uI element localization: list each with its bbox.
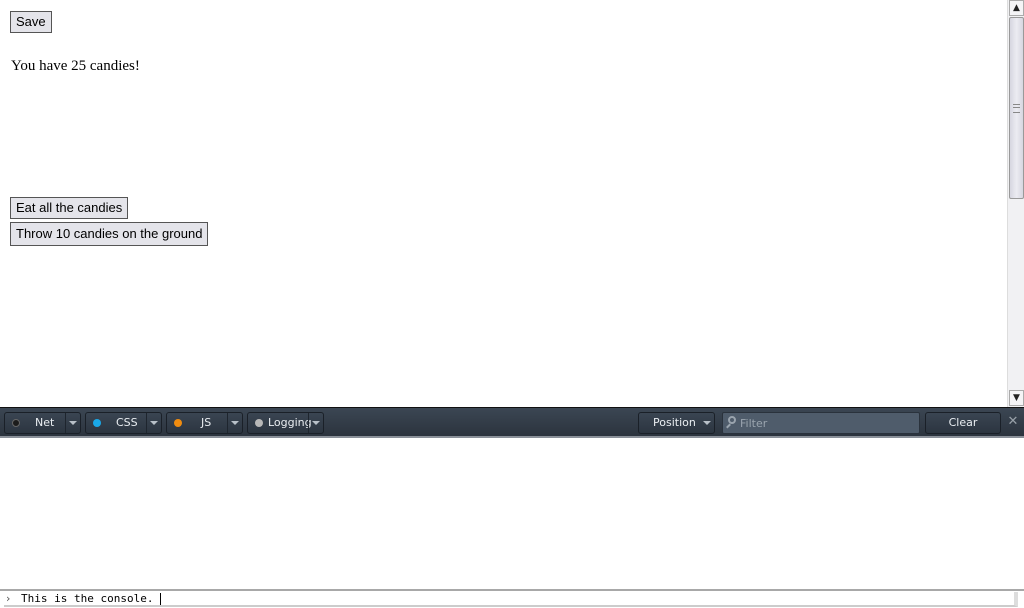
console-input-bar[interactable]: › This is the console. [0, 589, 1024, 608]
console-input[interactable]: This is the console. [21, 592, 162, 605]
clear-button[interactable]: Clear [925, 412, 1001, 434]
text-caret [160, 593, 162, 605]
vertical-scrollbar[interactable]: ▲ ▼ [1007, 0, 1024, 407]
prompt-chevron-icon: › [6, 592, 11, 605]
js-status-dot-icon [174, 419, 182, 427]
eat-all-candies-button[interactable]: Eat all the candies [10, 197, 129, 219]
net-filter-toggle[interactable]: Net [4, 412, 81, 434]
net-dropdown-arrow-icon[interactable] [65, 413, 80, 433]
save-button[interactable]: Save [10, 11, 52, 33]
chevron-down-icon[interactable]: ▼ [1009, 390, 1024, 406]
js-label: JS [201, 416, 212, 429]
js-toggle-button[interactable]: JS [167, 413, 229, 433]
search-icon [728, 416, 736, 424]
position-label: Position [653, 416, 696, 429]
filter-field[interactable] [722, 412, 920, 434]
css-toggle-button[interactable]: CSS [86, 413, 148, 433]
css-label: CSS [116, 416, 138, 429]
js-dropdown-arrow-icon[interactable] [227, 413, 242, 433]
throw-candies-button[interactable]: Throw 10 candies on the ground [10, 222, 209, 246]
position-dropdown[interactable]: Position [638, 412, 715, 434]
close-icon[interactable]: ✕ [1006, 414, 1020, 430]
candies-count-text: You have 25 candies! [11, 58, 140, 74]
logging-filter-toggle[interactable]: Logging [247, 412, 324, 434]
chevron-up-icon[interactable]: ▲ [1009, 0, 1024, 16]
css-status-dot-icon [93, 419, 101, 427]
net-toggle-button[interactable]: Net [5, 413, 67, 433]
logging-label: Logging [268, 416, 312, 429]
net-label: Net [35, 416, 55, 429]
net-status-dot-icon [12, 419, 20, 427]
position-dropdown-arrow-icon[interactable] [700, 413, 714, 433]
console-input-text: This is the console. [21, 592, 161, 605]
devtools-toolbar: Net CSS JS Logging Position Clear ✕ [0, 407, 1024, 438]
grip-icon [1013, 104, 1020, 113]
css-filter-toggle[interactable]: CSS [85, 412, 162, 434]
scrollbar-thumb[interactable] [1009, 17, 1024, 199]
page-content: Save You have 25 candies! Eat all the ca… [0, 0, 1007, 407]
filter-input[interactable] [740, 414, 910, 432]
logging-toggle-button[interactable]: Logging [248, 413, 312, 433]
js-filter-toggle[interactable]: JS [166, 412, 243, 434]
logging-dropdown-arrow-icon[interactable] [308, 413, 323, 433]
position-button[interactable]: Position [639, 413, 701, 433]
console-output [0, 438, 1024, 589]
css-dropdown-arrow-icon[interactable] [146, 413, 161, 433]
logging-status-dot-icon [255, 419, 263, 427]
